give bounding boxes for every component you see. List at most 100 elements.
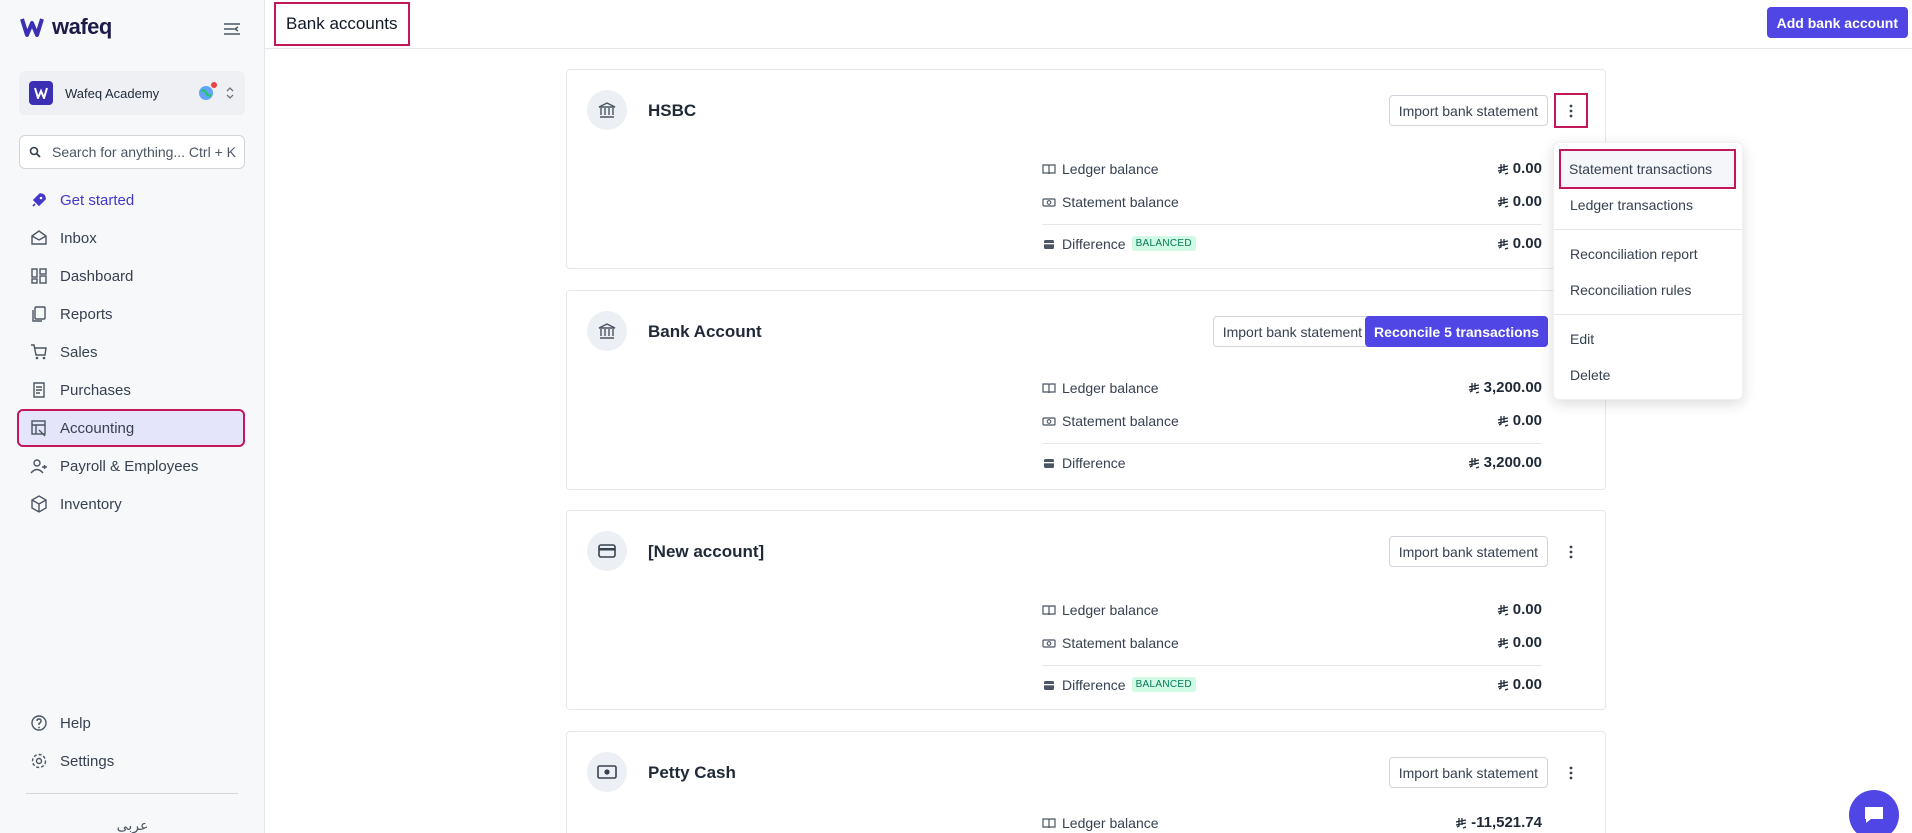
account-name[interactable]: HSBC <box>648 101 696 121</box>
import-bank-statement-button[interactable]: Import bank statement <box>1212 316 1372 347</box>
menu-item-delete[interactable]: Delete <box>1554 357 1742 393</box>
statement-balance-label: Statement balance <box>1062 634 1179 651</box>
more-options-icon[interactable] <box>1556 536 1586 567</box>
cash-icon <box>1042 195 1056 209</box>
page-header: Bank accounts Add bank account <box>265 0 1912 49</box>
more-options-icon[interactable] <box>1554 93 1588 128</box>
account-name[interactable]: Bank Account <box>648 322 762 342</box>
balance-rows: Ledger balance 0.00 Statement balance 0.… <box>1042 593 1542 703</box>
sidebar-item-label: Inventory <box>60 495 122 513</box>
import-bank-statement-button[interactable]: Import bank statement <box>1388 536 1548 567</box>
menu-item-ledger-transactions[interactable]: Ledger transactions <box>1554 187 1742 223</box>
more-options-icon[interactable] <box>1556 757 1586 788</box>
difference-label: Difference <box>1062 235 1126 252</box>
gear-icon <box>31 753 47 769</box>
organization-switcher[interactable]: Wafeq Academy <box>19 71 245 115</box>
sidebar-item-dashboard[interactable]: Dashboard <box>19 259 243 293</box>
bank-icon <box>587 311 627 351</box>
receipt-icon <box>33 382 45 398</box>
sidebar-item-sales[interactable]: Sales <box>19 335 243 369</box>
account-name[interactable]: Petty Cash <box>648 763 736 783</box>
book-icon <box>1042 162 1056 176</box>
status-badge: BALANCED <box>1131 677 1196 692</box>
bank-account-card-petty-cash: Petty Cash Import bank statement Ledger … <box>566 731 1606 833</box>
reports-icon <box>32 306 46 322</box>
book-icon <box>1042 816 1056 830</box>
account-options-menu: Statement transactions Ledger transactio… <box>1553 142 1743 400</box>
sar-currency-icon <box>1497 415 1509 427</box>
app-logo[interactable]: wafeq <box>20 14 112 40</box>
chat-launcher-button[interactable] <box>1849 790 1899 833</box>
search-shortcut: Ctrl + K <box>188 144 236 160</box>
page-title: Bank accounts <box>274 2 410 46</box>
difference-row: Difference BALANCED 0.00 <box>1042 224 1542 262</box>
globe-notification-icon[interactable] <box>197 82 217 102</box>
cash-icon <box>1042 414 1056 428</box>
ledger-balance-label: Ledger balance <box>1062 601 1159 618</box>
sidebar-item-label: Help <box>60 714 91 732</box>
help-icon <box>31 715 47 731</box>
menu-item-statement-transactions[interactable]: Statement transactions <box>1559 149 1736 189</box>
sidebar-item-inventory[interactable]: Inventory <box>19 487 243 521</box>
statement-balance-row: Statement balance 0.00 <box>1042 626 1542 659</box>
sidebar-item-accounting[interactable]: Accounting <box>17 409 245 447</box>
sar-currency-icon <box>1497 679 1509 691</box>
statement-balance-row: Statement balance 0.00 <box>1042 185 1542 218</box>
ledger-balance-row: Ledger balance 3,200.00 <box>1042 371 1542 404</box>
menu-divider <box>1554 229 1742 230</box>
import-bank-statement-button[interactable]: Import bank statement <box>1388 757 1548 788</box>
sidebar-item-help[interactable]: Help <box>19 706 243 740</box>
ledger-balance-row: Ledger balance 0.00 <box>1042 593 1542 626</box>
sidebar-item-label: Accounting <box>60 419 135 437</box>
sidebar-item-reports[interactable]: Reports <box>19 297 243 331</box>
search-input[interactable]: Search for anything... Ctrl + K <box>19 135 245 169</box>
menu-item-reconciliation-report[interactable]: Reconciliation report <box>1554 236 1742 272</box>
menu-divider <box>1554 314 1742 315</box>
reconcile-transactions-button[interactable]: Reconcile 5 transactions <box>1365 316 1548 347</box>
book-icon <box>1042 603 1056 617</box>
import-bank-statement-button[interactable]: Import bank statement <box>1388 95 1548 126</box>
ledger-balance-row: Ledger balance 0.00 <box>1042 152 1542 185</box>
difference-value: 3,200.00 <box>1483 454 1542 471</box>
ledger-balance-value: 0.00 <box>1512 160 1542 177</box>
balance-rows: Ledger balance 0.00 Statement balance 0.… <box>1042 152 1542 262</box>
menu-item-reconciliation-rules[interactable]: Reconciliation rules <box>1554 272 1742 308</box>
menu-item-edit[interactable]: Edit <box>1554 321 1742 357</box>
sidebar-item-label: Reports <box>60 305 113 323</box>
ledger-balance-label: Ledger balance <box>1062 379 1159 396</box>
sidebar-item-payroll[interactable]: Payroll & Employees <box>19 449 243 483</box>
wafeq-logo-icon <box>20 18 44 37</box>
difference-label: Difference <box>1062 676 1126 693</box>
account-name[interactable]: [New account] <box>648 542 764 562</box>
cash-icon <box>1042 636 1056 650</box>
ledger-balance-row: Ledger balance -11,521.74 <box>1042 806 1542 833</box>
sar-currency-icon <box>1497 196 1509 208</box>
sidebar-item-get-started[interactable]: Get started <box>19 183 243 217</box>
status-badge: BALANCED <box>1131 236 1196 251</box>
sidebar-item-label: Payroll & Employees <box>60 457 199 475</box>
rocket-icon <box>32 193 46 207</box>
difference-value: 0.00 <box>1512 676 1542 693</box>
sar-currency-icon <box>1497 238 1509 250</box>
sidebar-item-label: Get started <box>60 191 135 209</box>
collapse-sidebar-icon[interactable] <box>221 18 243 40</box>
sidebar-item-settings[interactable]: Settings <box>19 744 243 778</box>
box-icon <box>31 495 47 513</box>
sidebar-item-inbox[interactable]: Inbox <box>19 221 243 255</box>
sar-currency-icon <box>1497 604 1509 616</box>
cart-icon <box>31 344 47 360</box>
inbox-icon <box>31 230 47 245</box>
sar-currency-icon <box>1497 637 1509 649</box>
sidebar-divider <box>26 793 238 794</box>
difference-value: 0.00 <box>1512 235 1542 252</box>
language-switch[interactable]: عربى <box>0 817 265 833</box>
sidebar-item-purchases[interactable]: Purchases <box>19 373 243 407</box>
add-bank-account-button[interactable]: Add bank account <box>1766 7 1908 38</box>
book-icon <box>1042 381 1056 395</box>
search-placeholder: Search for anything... <box>52 144 186 160</box>
bank-icon <box>587 90 627 130</box>
search-icon <box>29 146 41 158</box>
sidebar-item-label: Inbox <box>60 229 97 247</box>
main-nav: Get started Inbox Dashboard Reports Sale… <box>17 183 245 525</box>
ledger-balance-label: Ledger balance <box>1062 160 1159 177</box>
